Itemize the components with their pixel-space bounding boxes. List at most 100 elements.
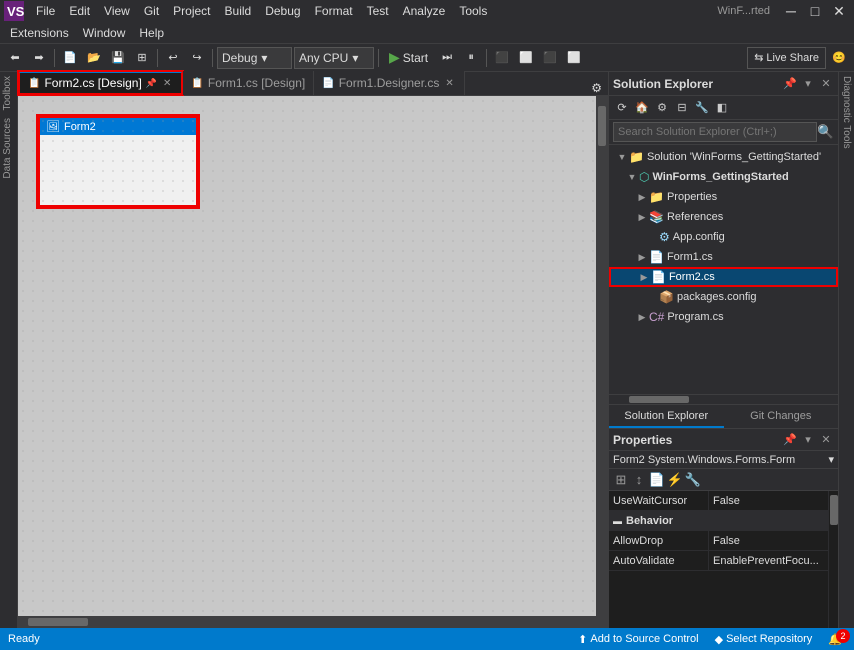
minimize-button[interactable]: ─ (780, 0, 802, 22)
scroll-thumb-v[interactable] (598, 106, 606, 146)
se-view-button[interactable]: ◧ (713, 99, 731, 117)
menu-git[interactable]: Git (138, 0, 165, 22)
toolbar-btn6[interactable]: ⬛ (491, 47, 513, 69)
new-project-button[interactable]: 📄 (59, 47, 81, 69)
tree-item-form1[interactable]: ▶ 📄 Form1.cs (609, 247, 838, 267)
menu-format[interactable]: Format (309, 0, 359, 22)
form-body[interactable] (40, 135, 196, 205)
tree-item-packages[interactable]: 📦 packages.config (609, 287, 838, 307)
se-filter-button[interactable]: ⚙ (653, 99, 671, 117)
tab-icon2: 📋 (191, 78, 203, 89)
forward-button[interactable]: ➡ (28, 47, 50, 69)
pause-button[interactable]: ⏸ (460, 47, 482, 69)
se-search-input[interactable] (613, 122, 817, 142)
tree-item-references[interactable]: ▶ 📚 References (609, 207, 838, 227)
toolbar-btn9[interactable]: ⬜ (563, 47, 585, 69)
feedback-button[interactable]: 😊 (828, 47, 850, 69)
main-layout: Toolbox Data Sources 📋 Form2.cs [Design]… (0, 72, 854, 628)
scroll-thumb-h[interactable] (28, 618, 88, 626)
menu-edit[interactable]: Edit (63, 0, 96, 22)
tab-settings-button[interactable]: ⚙ (585, 81, 608, 95)
prop-section-behavior: ▬ Behavior (609, 511, 838, 531)
tab-close-3[interactable]: ✕ (443, 78, 455, 89)
select-repository[interactable]: ◆ Select Repository (711, 633, 817, 646)
live-share-button[interactable]: ⇆ Live Share (747, 47, 826, 69)
packages-arrow (647, 292, 657, 302)
props-pin-button[interactable]: 📌 (782, 432, 798, 448)
props-scroll-thumb[interactable] (830, 495, 838, 525)
open-button[interactable]: 📂 (83, 47, 105, 69)
menu-extensions[interactable]: Extensions (4, 22, 75, 44)
maximize-button[interactable]: □ (804, 0, 826, 22)
tab-form2-design[interactable]: 📋 Form2.cs [Design] 📌 ✕ (18, 71, 183, 95)
cpu-mode-dropdown[interactable]: Any CPU ▾ (294, 47, 374, 69)
se-tab-git-changes[interactable]: Git Changes (724, 405, 839, 428)
back-button[interactable]: ⬅ (4, 47, 26, 69)
redo-button[interactable]: ↪ (186, 47, 208, 69)
canvas-scrollbar-horizontal[interactable] (18, 616, 608, 628)
tree-project[interactable]: ▼ ⬡ WinForms_GettingStarted (609, 167, 838, 187)
tree-item-properties[interactable]: ▶ 📁 Properties (609, 187, 838, 207)
pin-panel-button[interactable]: 📌 (782, 76, 798, 92)
debug-mode-dropdown[interactable]: Debug ▾ (217, 47, 292, 69)
menu-analyze[interactable]: Analyze (397, 0, 452, 22)
props-view-button[interactable]: 📄 (649, 472, 665, 488)
toolbar-btn8[interactable]: ⬛ (539, 47, 561, 69)
designer-canvas: 🖼 Form2 (18, 96, 608, 628)
se-refresh-button[interactable]: 🏠 (633, 99, 651, 117)
form-window[interactable]: 🖼 Form2 (38, 116, 198, 207)
props-help-button[interactable]: 🔧 (685, 472, 701, 488)
se-sync-button[interactable]: ⟳ (613, 99, 631, 117)
props-menu-button[interactable]: ▾ (800, 432, 816, 448)
se-collapse-button[interactable]: ⊟ (673, 99, 691, 117)
menu-window[interactable]: Window (77, 22, 132, 44)
panel-menu-button[interactable]: ▾ (800, 76, 816, 92)
svg-text:VS: VS (7, 4, 24, 19)
data-sources-label[interactable]: Data Sources (0, 114, 17, 183)
undo-button[interactable]: ↩ (162, 47, 184, 69)
tree-solution[interactable]: ▼ 📁 Solution 'WinForms_GettingStarted' (609, 147, 838, 167)
menu-project[interactable]: Project (167, 0, 216, 22)
tree-item-form2[interactable]: ▶ 📄 Form2.cs (609, 267, 838, 287)
close-panel-button[interactable]: ✕ (818, 76, 834, 92)
pin-icon[interactable]: 📌 (146, 78, 157, 89)
notification-bell[interactable]: 🔔 2 (824, 633, 846, 646)
props-event-button[interactable]: ⚡ (667, 472, 683, 488)
toolbox-label[interactable]: Toolbox (0, 72, 17, 114)
form1-arrow: ▶ (637, 252, 647, 263)
step-over-button[interactable]: ⏭ (436, 47, 458, 69)
se-scroll-h[interactable] (609, 394, 838, 404)
tab-form1-designer[interactable]: 📄 Form1.Designer.cs ✕ (314, 71, 465, 95)
tree-item-program[interactable]: ▶ C# Program.cs (609, 307, 838, 327)
canvas-scrollbar-vertical[interactable] (596, 96, 608, 616)
start-button[interactable]: ▶ Start (383, 47, 434, 69)
toolbar-btn7[interactable]: ⬜ (515, 47, 537, 69)
menu-help[interactable]: Help (133, 22, 170, 44)
menu-file[interactable]: File (30, 0, 61, 22)
se-tab-solution-explorer[interactable]: Solution Explorer (609, 405, 724, 428)
close-button[interactable]: ✕ (828, 0, 850, 22)
menu-build[interactable]: Build (219, 0, 258, 22)
se-search-button[interactable]: 🔍 (817, 124, 834, 140)
props-close-button[interactable]: ✕ (818, 432, 834, 448)
diagnostic-tools-label[interactable]: Diagnostic Tools (839, 72, 854, 153)
save-all-button[interactable]: ⊞ (131, 47, 153, 69)
add-source-control[interactable]: ⬆ Add to Source Control (574, 633, 702, 646)
menu-view[interactable]: View (98, 0, 136, 22)
tab-form1-design[interactable]: 📋 Form1.cs [Design] (183, 71, 314, 95)
menu-debug[interactable]: Debug (259, 0, 306, 22)
se-scroll-thumb[interactable] (629, 396, 689, 403)
se-properties-button[interactable]: 🔧 (693, 99, 711, 117)
tab-close-1[interactable]: ✕ (161, 78, 173, 89)
tabs-bar: 📋 Form2.cs [Design] 📌 ✕ 📋 Form1.cs [Desi… (18, 72, 608, 96)
form1-icon: 📄 (649, 250, 664, 264)
menu-test[interactable]: Test (361, 0, 395, 22)
props-scrollbar[interactable] (828, 491, 838, 628)
props-sort-button[interactable]: ↕ (631, 472, 647, 488)
menu-tools[interactable]: Tools (453, 0, 493, 22)
tree-item-appconfig[interactable]: ⚙ App.config (609, 227, 838, 247)
save-button[interactable]: 💾 (107, 47, 129, 69)
props-category-button[interactable]: ⊞ (613, 472, 629, 488)
props-dropdown-icon[interactable]: ▾ (828, 453, 834, 466)
solution-explorer-header: Solution Explorer 📌 ▾ ✕ (609, 72, 838, 96)
